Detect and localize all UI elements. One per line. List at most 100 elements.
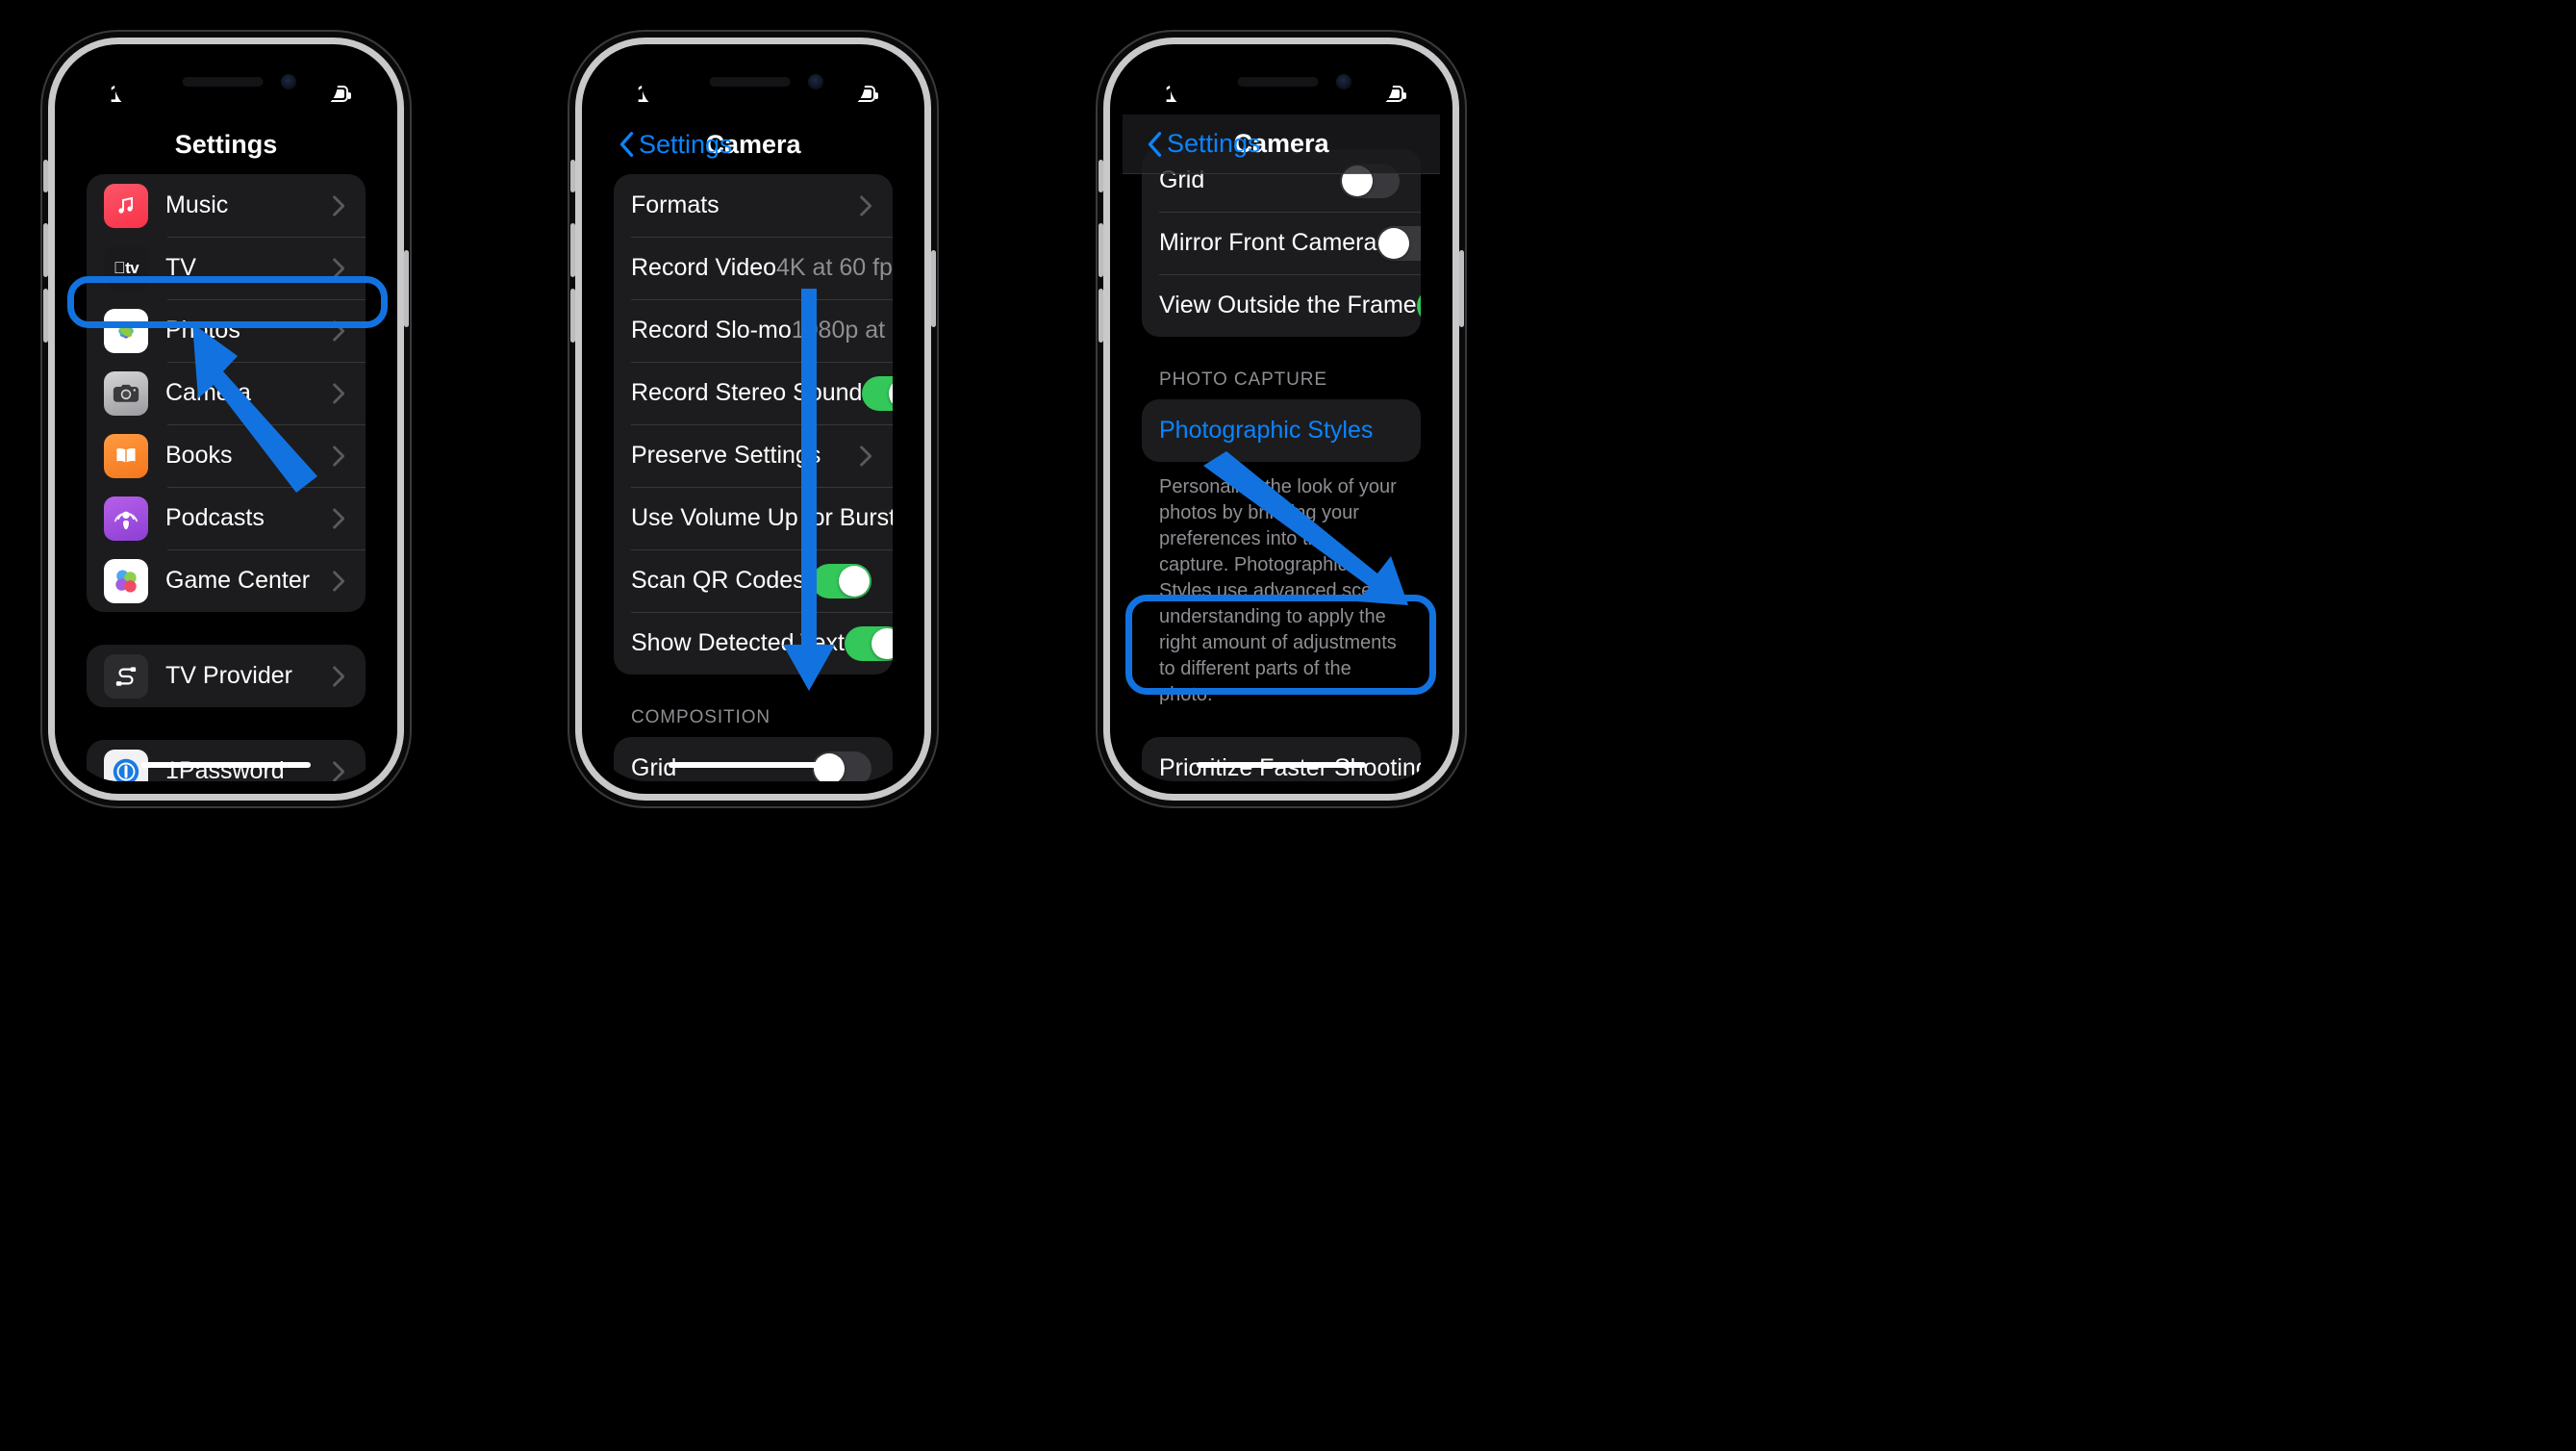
- settings-row-label: Podcasts: [165, 504, 265, 531]
- settings-row-label: TV Provider: [165, 662, 292, 689]
- phone-3-camera-settings-scrolled: 11:32 Grid: [1099, 44, 1464, 794]
- chevron-right-icon: [333, 319, 344, 342]
- settings-row-label: Record Video: [631, 254, 777, 281]
- volume-up-button[interactable]: [570, 223, 575, 277]
- toggle-view-outside-the-frame[interactable]: [1416, 288, 1421, 323]
- settings-row-label: Camera: [165, 379, 251, 406]
- settings-row-label: Music: [165, 191, 229, 218]
- game-center-app-icon: [104, 558, 148, 603]
- settings-row-prioritize-faster-shooting[interactable]: Prioritize Faster Shooting: [1142, 737, 1421, 781]
- settings-row-label: Use Volume Up for Burst: [631, 504, 893, 531]
- settings-row-label: Books: [165, 442, 233, 469]
- chevron-right-icon: [333, 665, 344, 687]
- phone-1-navbar: Settings: [67, 115, 385, 174]
- mute-switch[interactable]: [1099, 160, 1103, 192]
- settings-row-preserve-settings[interactable]: Preserve Settings: [614, 424, 893, 487]
- toggle-show-detected-text[interactable]: [844, 625, 893, 661]
- settings-row-photographic-styles[interactable]: Photographic Styles: [1142, 399, 1421, 462]
- notch: [642, 57, 865, 111]
- screenshot-canvas: 11:32 Settings: [0, 0, 2576, 1451]
- settings-row-1password[interactable]: 1Password: [87, 740, 366, 781]
- volume-down-button[interactable]: [570, 289, 575, 343]
- chevron-right-icon: [333, 570, 344, 592]
- settings-row-tv-provider[interactable]: TV Provider: [87, 645, 366, 707]
- settings-row-grid[interactable]: Grid: [614, 737, 893, 781]
- settings-row-scan-qr-codes[interactable]: Scan QR Codes: [614, 549, 893, 612]
- settings-row-record-stereo-sound[interactable]: Record Stereo Sound: [614, 362, 893, 424]
- settings-group-photographic-styles: Photographic Styles: [1142, 399, 1421, 462]
- settings-row-label: Game Center: [165, 567, 311, 594]
- toggle-scan-qr-codes[interactable]: [812, 563, 871, 598]
- settings-row-tv[interactable]: tv TV: [87, 237, 366, 299]
- toggle-record-stereo-sound[interactable]: [862, 375, 893, 411]
- settings-row-game-center[interactable]: Game Center: [87, 549, 366, 612]
- podcasts-app-icon: [104, 496, 148, 541]
- phone-2-camera-settings: 11:32 Settings Camera: [570, 44, 936, 794]
- side-button[interactable]: [404, 250, 409, 327]
- photographic-styles-footnote: Personalize the look of your photos by b…: [1159, 476, 1397, 705]
- section-header-composition: COMPOSITION: [631, 707, 771, 727]
- settings-row-photos[interactable]: Photos: [87, 299, 366, 362]
- volume-up-button[interactable]: [1099, 223, 1103, 277]
- settings-row-camera[interactable]: Camera: [87, 362, 366, 424]
- chevron-right-icon: [860, 445, 871, 467]
- chevron-right-icon: [860, 194, 871, 216]
- phone-1-screen: 11:32 Settings: [67, 57, 385, 781]
- chevron-left-icon: [1148, 131, 1162, 157]
- side-button[interactable]: [1459, 250, 1464, 327]
- chevron-right-icon: [333, 194, 344, 216]
- settings-row-label: Record Stereo Sound: [631, 379, 863, 406]
- settings-group-third-party-apps: 1Password Abode Adventur: [87, 740, 366, 781]
- settings-row-show-detected-text[interactable]: Show Detected Text: [614, 612, 893, 675]
- chevron-right-icon: [333, 507, 344, 529]
- settings-group-prioritize-faster-shooting: Prioritize Faster Shooting: [1142, 737, 1421, 781]
- earpiece-speaker: [709, 77, 791, 87]
- notch: [114, 57, 338, 111]
- phone-2-screen: 11:32 Settings Camera: [594, 57, 912, 781]
- phone-3-navbar: Settings Camera: [1123, 115, 1440, 174]
- front-camera: [281, 74, 296, 89]
- side-button[interactable]: [931, 250, 936, 327]
- front-camera: [808, 74, 823, 89]
- settings-row-mirror-front-camera[interactable]: Mirror Front Camera: [1142, 212, 1421, 274]
- settings-row-music[interactable]: Music: [87, 174, 366, 237]
- tv-provider-icon: [104, 653, 148, 699]
- mute-switch[interactable]: [43, 160, 48, 192]
- toggle-mirror-front-camera[interactable]: [1376, 225, 1421, 261]
- earpiece-speaker: [1237, 77, 1319, 87]
- settings-group-composition: Grid Mirror Front Camera View Outside th…: [614, 737, 893, 781]
- tv-app-icon: tv: [104, 245, 148, 291]
- settings-row-podcasts[interactable]: Podcasts: [87, 487, 366, 549]
- back-button[interactable]: Settings: [1148, 129, 1261, 159]
- phone-1-settings-list: 11:32 Settings: [43, 44, 409, 794]
- mute-switch[interactable]: [570, 160, 575, 192]
- settings-group-composition: Grid Mirror Front Camera View Outside th…: [1142, 149, 1421, 337]
- chevron-right-icon: [333, 760, 344, 781]
- volume-down-button[interactable]: [43, 289, 48, 343]
- settings-row-use-volume-up-for-burst[interactable]: Use Volume Up for Burst: [614, 487, 893, 549]
- settings-row-label: Formats: [631, 191, 720, 218]
- settings-row-record-slo-mo[interactable]: Record Slo-mo 1080p at 240 fps: [614, 299, 893, 362]
- settings-row-label: Grid: [631, 754, 677, 781]
- home-indicator[interactable]: [1197, 762, 1366, 768]
- settings-row-label: Prioritize Faster Shooting: [1159, 754, 1421, 781]
- home-indicator[interactable]: [141, 762, 311, 768]
- volume-up-button[interactable]: [43, 223, 48, 277]
- settings-row-view-outside-the-frame[interactable]: View Outside the Frame: [1142, 274, 1421, 337]
- chevron-right-icon: [333, 257, 344, 279]
- photographic-styles-label: Photographic Styles: [1159, 417, 1374, 444]
- front-camera: [1336, 74, 1351, 89]
- back-button[interactable]: Settings: [619, 130, 733, 160]
- chevron-right-icon: [333, 445, 344, 467]
- back-button-label: Settings: [1167, 129, 1261, 158]
- settings-row-label: 1Password: [165, 757, 285, 781]
- settings-row-formats[interactable]: Formats: [614, 174, 893, 237]
- settings-row-label: Show Detected Text: [631, 629, 845, 656]
- settings-group-capture: Formats Record Video 4K at 60 fps Record…: [614, 174, 893, 675]
- phone-3-screen: 11:32 Grid: [1123, 57, 1440, 781]
- home-indicator[interactable]: [669, 762, 838, 768]
- settings-row-books[interactable]: Books: [87, 424, 366, 487]
- back-button-label: Settings: [639, 129, 733, 159]
- volume-down-button[interactable]: [1099, 289, 1103, 343]
- settings-row-record-video[interactable]: Record Video 4K at 60 fps: [614, 237, 893, 299]
